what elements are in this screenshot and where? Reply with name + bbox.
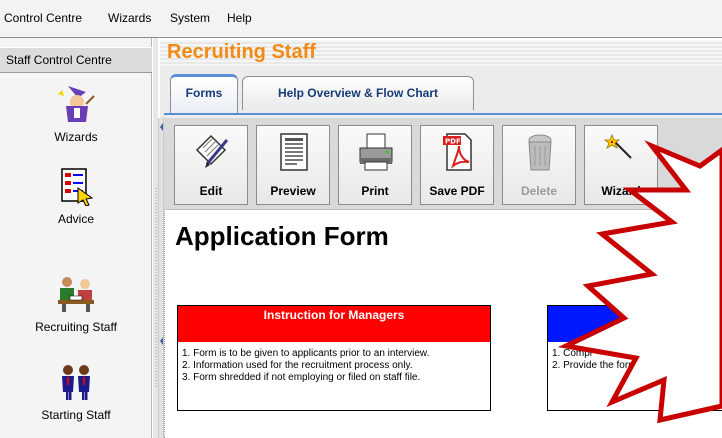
applicants-instructions-box: In 1. Compl 2. Provide the form to — [547, 305, 722, 411]
applicants-instructions-heading: In — [548, 306, 722, 342]
sidebar-item-label: Advice — [57, 212, 95, 226]
delete-button-label: Delete — [520, 184, 558, 198]
print-button-label: Print — [361, 184, 389, 198]
magic-wand-icon — [603, 133, 632, 159]
save-pdf-button-label: Save PDF — [429, 184, 485, 198]
starting-staff-icon — [62, 365, 90, 400]
recruiting-staff-icon — [58, 277, 94, 312]
preview-button[interactable]: Preview — [256, 125, 330, 205]
list-item: 1. Form is to be given to applicants pri… — [182, 348, 430, 359]
tab-bar: Forms Help Overview & Flow Chart — [160, 66, 722, 118]
edit-button[interactable]: Edit — [174, 125, 248, 205]
print-button[interactable]: Print — [338, 125, 412, 205]
list-item: 3. Form shredded if not employing or fil… — [182, 372, 421, 383]
wizard-icon — [58, 86, 95, 122]
list-item: 1. Compl — [552, 348, 593, 359]
tab-underline — [164, 113, 722, 115]
sidebar-item-label: Wizards — [54, 130, 98, 144]
applicants-instructions-list: 1. Compl 2. Provide the form to — [552, 348, 648, 372]
printer-icon — [359, 133, 393, 171]
tab-forms[interactable]: Forms — [170, 74, 238, 114]
managers-instructions-box: Instruction for Managers 1. Form is to b… — [177, 305, 491, 411]
managers-instructions-heading: Instruction for Managers — [178, 306, 490, 342]
menu-wizards[interactable]: Wizards — [108, 11, 151, 25]
sidebar-item-advice[interactable]: Advice — [0, 166, 152, 226]
tab-help-overview[interactable]: Help Overview & Flow Chart — [242, 76, 474, 110]
menu-control-centre[interactable]: Control Centre — [4, 11, 82, 25]
sidebar: Staff Control Centre Wizards Advice Recr… — [0, 38, 152, 438]
sidebar-header: Staff Control Centre — [0, 47, 152, 73]
edit-button-label: Edit — [199, 184, 223, 198]
wizard-button-label: Wizard — [601, 184, 641, 198]
wizard-button[interactable]: Wizard — [584, 125, 658, 205]
sidebar-item-starting-staff[interactable]: Starting Staff — [0, 362, 152, 422]
menu-help[interactable]: Help — [227, 11, 252, 25]
menu-bar: Control Centre Wizards System Help — [0, 0, 722, 38]
sidebar-item-label: Starting Staff — [41, 408, 111, 422]
menu-system[interactable]: System — [170, 11, 210, 25]
list-item: 2. Provide the form to — [552, 360, 648, 371]
preview-icon — [280, 133, 308, 171]
sidebar-item-wizards[interactable]: Wizards — [0, 84, 152, 144]
toolbar: Edit Preview Print PDF Save PDF Delete W… — [164, 118, 722, 210]
sidebar-item-label: Recruiting Staff — [35, 320, 117, 334]
sidebar-item-recruiting-staff[interactable]: Recruiting Staff — [0, 274, 152, 334]
preview-button-label: Preview — [270, 184, 316, 198]
svg-text:PDF: PDF — [445, 138, 461, 146]
advice-icon — [61, 168, 94, 206]
document-title: Application Form — [175, 221, 389, 251]
edit-icon — [195, 134, 229, 168]
page-title: Recruiting Staff — [167, 41, 316, 63]
page-title-bar: Recruiting Staff — [160, 40, 722, 66]
document-preview: Application Form Instruction for Manager… — [164, 211, 722, 438]
trash-icon — [528, 134, 552, 171]
save-pdf-button[interactable]: PDF Save PDF — [420, 125, 494, 205]
pdf-icon: PDF — [443, 133, 472, 171]
delete-button[interactable]: Delete — [502, 125, 576, 205]
managers-instructions-list: 1. Form is to be given to applicants pri… — [182, 348, 429, 384]
list-item: 2. Information used for the recruitment … — [182, 360, 413, 371]
